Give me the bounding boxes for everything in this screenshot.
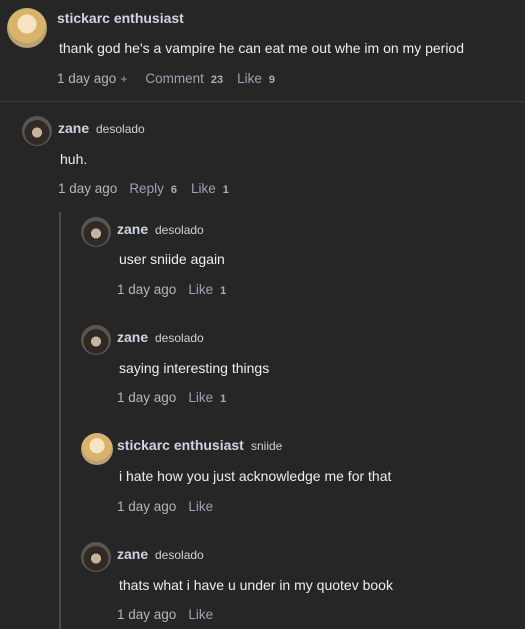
timestamp: 1 day ago [117,499,177,514]
commenter-name[interactable]: zane [117,329,148,345]
commenter-username[interactable]: desolado [155,223,204,237]
commenter-username[interactable]: desolado [155,548,204,562]
like-button[interactable]: Like [188,607,213,622]
commenter-username[interactable]: sniide [251,439,282,453]
like-button[interactable]: Like [188,390,213,405]
comment-text: thank god he's a vampire he can eat me o… [59,40,465,56]
commenter-name[interactable]: zane [58,120,89,136]
divider [0,101,525,102]
comment-meta: 1 day ago Like 1 [117,282,240,297]
reply-count: 6 [170,184,177,196]
commenter-name[interactable]: stickarc enthusiast [117,437,244,453]
comment-count: 23 [210,74,224,86]
comment-text: user sniide again [119,251,225,267]
comment-text: thats what i have u under in my quotev b… [119,577,393,593]
commenter-name[interactable]: zane [117,546,148,562]
avatar[interactable] [81,542,111,572]
avatar[interactable] [7,8,47,48]
reply-thread-line [59,212,61,629]
expand-button[interactable]: + [120,72,127,86]
like-button[interactable]: Like [191,181,216,196]
commenter-name[interactable]: zane [117,221,148,237]
comment-button[interactable]: Comment [145,71,204,86]
comment-meta: 1 day ago Like [117,607,213,622]
timestamp: 1 day ago [57,71,117,86]
comment-text: huh. [60,151,88,167]
avatar[interactable] [81,433,113,465]
comment-text: saying interesting things [119,360,270,376]
like-count: 1 [222,184,229,196]
avatar[interactable] [81,325,111,355]
timestamp: 1 day ago [58,181,118,196]
avatar[interactable] [81,217,111,247]
reply-button[interactable]: Reply [129,181,164,196]
comment-meta: 1 day ago + Comment 23 Like 9 [57,71,289,86]
comment-meta: 1 day ago Reply 6 Like 1 [58,181,243,196]
comment-meta: 1 day ago Like 1 [117,390,240,405]
timestamp: 1 day ago [117,607,177,622]
timestamp: 1 day ago [117,282,177,297]
like-count: 1 [220,393,227,405]
commenter-username[interactable]: desolado [155,331,204,345]
like-count: 9 [268,74,275,86]
like-button[interactable]: Like [188,499,213,514]
like-count: 1 [220,285,227,297]
commenter-name[interactable]: stickarc enthusiast [57,10,184,26]
comment-meta: 1 day ago Like [117,499,213,514]
like-button[interactable]: Like [237,71,262,86]
comment-text: i hate how you just acknowledge me for t… [119,468,392,484]
avatar[interactable] [22,116,52,146]
timestamp: 1 day ago [117,390,177,405]
commenter-username[interactable]: desolado [96,122,145,136]
like-button[interactable]: Like [188,282,213,297]
